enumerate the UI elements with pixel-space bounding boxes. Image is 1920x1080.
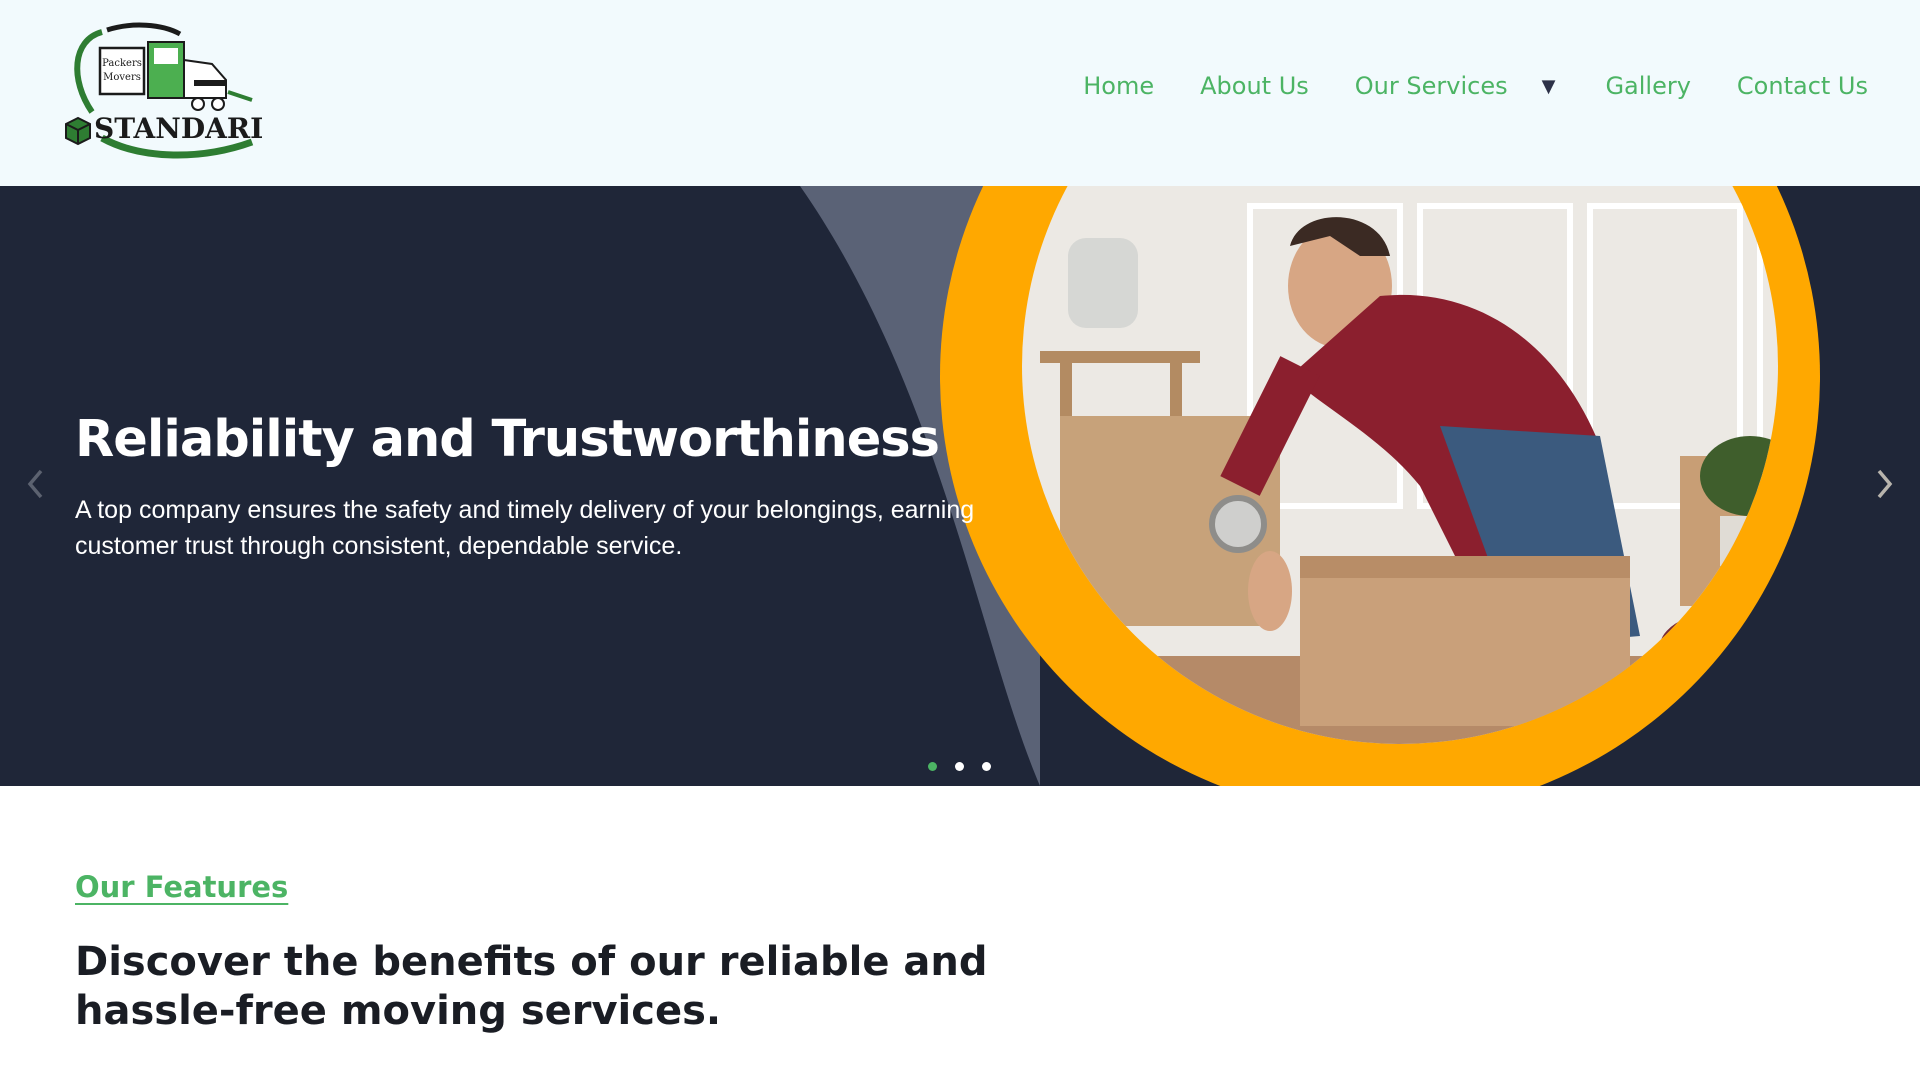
slider-dot-3[interactable] (982, 762, 991, 771)
nav-our-services[interactable]: Our Services ▼ (1355, 72, 1560, 100)
svg-text:Movers: Movers (103, 72, 141, 83)
nav-our-services-label: Our Services (1354, 72, 1508, 100)
hero-prev-button[interactable] (20, 464, 50, 504)
caret-down-icon[interactable]: ▼ (1542, 76, 1556, 97)
slider-dot-1[interactable] (928, 762, 937, 771)
hero-slider: Reliability and Trustworthiness A top co… (0, 186, 1920, 786)
features-label[interactable]: Our Features (75, 870, 288, 904)
chevron-right-icon (1877, 469, 1893, 499)
slider-dot-2[interactable] (955, 762, 964, 771)
chevron-left-icon (27, 469, 43, 499)
nav-contact-us[interactable]: Contact Us (1737, 72, 1868, 100)
nav-gallery[interactable]: Gallery (1605, 72, 1690, 100)
brand-logo[interactable]: Packers Movers STANDARD (62, 20, 274, 166)
truck-icon: Packers Movers STANDARD (65, 22, 274, 159)
hero-title: Reliability and Trustworthiness (75, 410, 940, 469)
hero-next-button[interactable] (1870, 464, 1900, 504)
slider-dots (928, 762, 1009, 771)
svg-text:STANDARD: STANDARD (94, 112, 262, 145)
nav-home[interactable]: Home (1083, 72, 1154, 100)
main-nav: Home About Us Our Services ▼ Gallery Con… (1083, 72, 1868, 100)
hero-illustration (800, 186, 1820, 786)
nav-about-us[interactable]: About Us (1200, 72, 1309, 100)
features-heading: Discover the benefits of our reliable an… (75, 939, 988, 1034)
site-header: Packers Movers STANDARD Home About Us Ou… (0, 0, 1920, 186)
hero-text: A top company ensures the safety and tim… (75, 496, 975, 560)
svg-text:Packers: Packers (102, 58, 142, 69)
